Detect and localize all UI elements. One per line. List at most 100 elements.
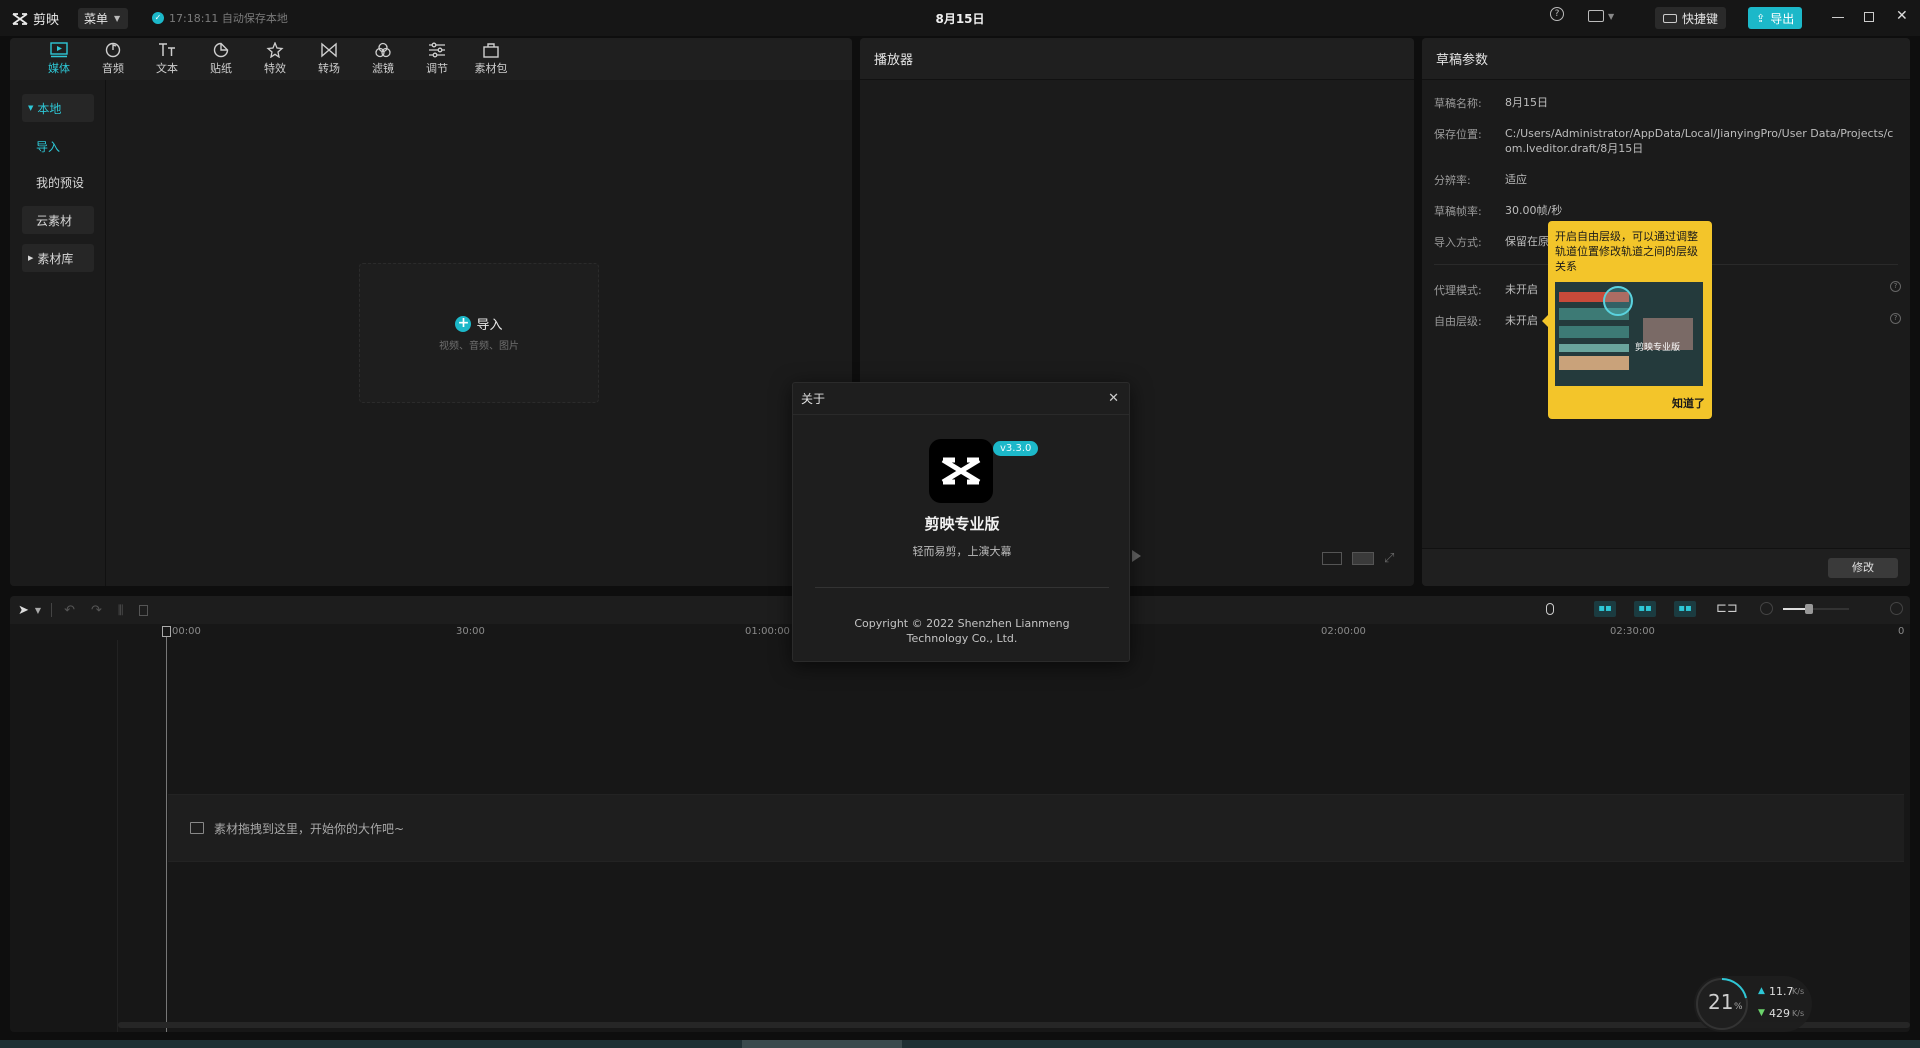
split-icon[interactable]: ⫼ (118, 603, 124, 618)
download-arrow-icon: ▼ (1758, 1008, 1765, 1018)
document-title: 8月15日 (935, 12, 985, 26)
cursor-icon[interactable]: ➤ (18, 603, 29, 618)
media-tab-bar: 媒体 音频 文本 贴纸 特效 转场 滤镜 调节 素材包 (10, 38, 852, 80)
tab-text[interactable]: 文本 (140, 38, 194, 80)
media-icon (50, 42, 68, 58)
tab-transition[interactable]: 转场 (302, 38, 356, 80)
chevron-down-icon[interactable]: ▼ (35, 606, 41, 615)
prop-label: 草稿名称: (1434, 97, 1482, 110)
play-icon[interactable] (1132, 550, 1141, 562)
tab-effects[interactable]: 特效 (248, 38, 302, 80)
tab-audio[interactable]: 音频 (86, 38, 140, 80)
tooltip-ok-button[interactable]: 知道了 (1672, 395, 1705, 411)
close-icon[interactable]: ✕ (1896, 8, 1908, 24)
tab-label: 文本 (156, 62, 178, 75)
menu-button[interactable]: 菜单 ▼ (78, 8, 128, 29)
version-badge: v3.3.0 (993, 441, 1039, 456)
horizontal-scrollbar[interactable] (118, 1022, 1910, 1028)
help-icon[interactable]: ? (1890, 313, 1901, 324)
prop-label: 分辨率: (1434, 174, 1471, 187)
help-icon[interactable]: ? (1890, 281, 1901, 292)
sidebar-item-cloud[interactable]: 云素材 (22, 206, 94, 234)
sidebar-item-library[interactable]: ▶ 素材库 (22, 244, 94, 272)
taskbar-highlight (742, 1040, 902, 1048)
sidebar-item-import[interactable]: 导入 (22, 132, 94, 160)
import-dropzone[interactable]: + 导入 视频、音频、图片 (359, 263, 599, 403)
prop-value: 30.00帧/秒 (1505, 204, 1563, 217)
shortcut-button[interactable]: 快捷键 (1655, 7, 1727, 29)
main-track-dropzone[interactable]: 素材拖拽到这里，开始你的大作吧~ (168, 794, 1904, 862)
tab-label: 调节 (426, 62, 448, 75)
about-dialog-title: 关于 (801, 392, 826, 406)
delete-icon[interactable] (139, 604, 149, 616)
prop-label: 代理模式: (1434, 284, 1482, 297)
tab-package[interactable]: 素材包 (464, 38, 518, 80)
preview-axis-icon[interactable]: ⊏⊐ (1716, 601, 1738, 616)
close-icon[interactable]: ✕ (1108, 391, 1119, 406)
waveform-toggle-icon[interactable] (1322, 552, 1342, 565)
fullscreen-icon[interactable]: ⤢ (1384, 551, 1394, 566)
keyboard-icon (1663, 13, 1677, 23)
prop-label: 保存位置: (1434, 128, 1482, 141)
tab-label: 贴纸 (210, 62, 232, 75)
cpu-percent: 21 (1708, 990, 1734, 1014)
film-icon (190, 822, 204, 834)
tooltip-arrow (1542, 315, 1548, 327)
main-track-magnet-icon[interactable]: ▪▪ (1594, 601, 1616, 617)
tab-adjust[interactable]: 调节 (410, 38, 464, 80)
autosave-text: 17:18:11 自动保存本地 (169, 12, 288, 25)
divider (815, 587, 1109, 588)
layout-icon[interactable] (1588, 10, 1604, 22)
tab-label: 特效 (264, 62, 286, 75)
player-header: 播放器 (860, 38, 1414, 80)
upload-rate: 11.7 (1769, 985, 1794, 998)
microphone-icon[interactable] (1546, 603, 1554, 615)
prop-value: 适应 (1505, 173, 1527, 186)
check-circle-icon: ✓ (152, 12, 164, 24)
app-logo: 剪映 (12, 9, 59, 28)
tab-media[interactable]: 媒体 (32, 38, 86, 80)
tab-filter[interactable]: 滤镜 (356, 38, 410, 80)
tab-label: 素材包 (474, 62, 508, 75)
zoom-in-icon[interactable] (1890, 602, 1903, 615)
about-dialog-header: 关于 ✕ (793, 383, 1129, 415)
tick-label: 02:30:00 (1610, 626, 1655, 637)
tick-label: 30:00 (456, 626, 485, 637)
import-button[interactable]: + 导入 (455, 314, 503, 333)
zoom-out-icon[interactable] (1760, 602, 1773, 615)
plus-circle-icon: + (455, 315, 472, 332)
playhead-handle[interactable] (162, 626, 171, 637)
about-app-name: 剪映专业版 (924, 515, 1000, 533)
package-icon (483, 43, 499, 58)
playhead[interactable] (162, 626, 171, 1032)
auto-snap-icon[interactable]: ▪▪ (1634, 601, 1656, 617)
restore-icon[interactable] (1864, 12, 1874, 22)
sidebar-item-local[interactable]: ▼ 本地 (22, 94, 94, 122)
transition-icon (321, 42, 337, 58)
sidebar-item-label: 本地 (37, 101, 62, 116)
chevron-down-icon[interactable]: ▼ (1608, 12, 1614, 21)
edit-button-label: 修改 (1852, 561, 1874, 574)
free-layer-tooltip: 开启自由层级，可以通过调整轨道位置修改轨道之间的层级关系 剪映专业版 知道了 (1542, 221, 1712, 419)
edit-button[interactable]: 修改 (1828, 558, 1898, 578)
cpu-unit: % (1734, 1002, 1743, 1012)
sticker-icon (213, 42, 229, 58)
chevron-down-icon: ▼ (114, 14, 121, 23)
undo-icon[interactable]: ↶ (64, 603, 75, 618)
shortcut-label: 快捷键 (1682, 11, 1719, 26)
import-subtitle: 视频、音频、图片 (439, 341, 519, 352)
zoom-slider-thumb[interactable] (1805, 604, 1813, 614)
zoom-slider[interactable] (1783, 604, 1849, 614)
prop-row-resolution: 分辨率: 适应 (1434, 172, 1735, 188)
drop-hint-text: 素材拖拽到这里，开始你的大作吧~ (214, 821, 405, 836)
title-bar: 剪映 菜单 ▼ ✓ 17:18:11 自动保存本地 8月15日 ? ▼ 快捷键 … (0, 0, 1920, 36)
media-panel: 媒体 音频 文本 贴纸 特效 转场 滤镜 调节 素材包 ▼ 本地 导入 我的预设… (10, 38, 852, 586)
linkage-icon[interactable]: ▪▪ (1674, 601, 1696, 617)
help-icon[interactable]: ? (1550, 7, 1564, 21)
sidebar-item-presets[interactable]: 我的预设 (22, 168, 94, 196)
export-button[interactable]: ⇪ 导出 (1748, 7, 1803, 29)
redo-icon[interactable]: ↷ (91, 603, 102, 618)
minimize-icon[interactable] (1832, 17, 1844, 18)
ratio-icon[interactable] (1352, 552, 1374, 565)
tab-sticker[interactable]: 贴纸 (194, 38, 248, 80)
